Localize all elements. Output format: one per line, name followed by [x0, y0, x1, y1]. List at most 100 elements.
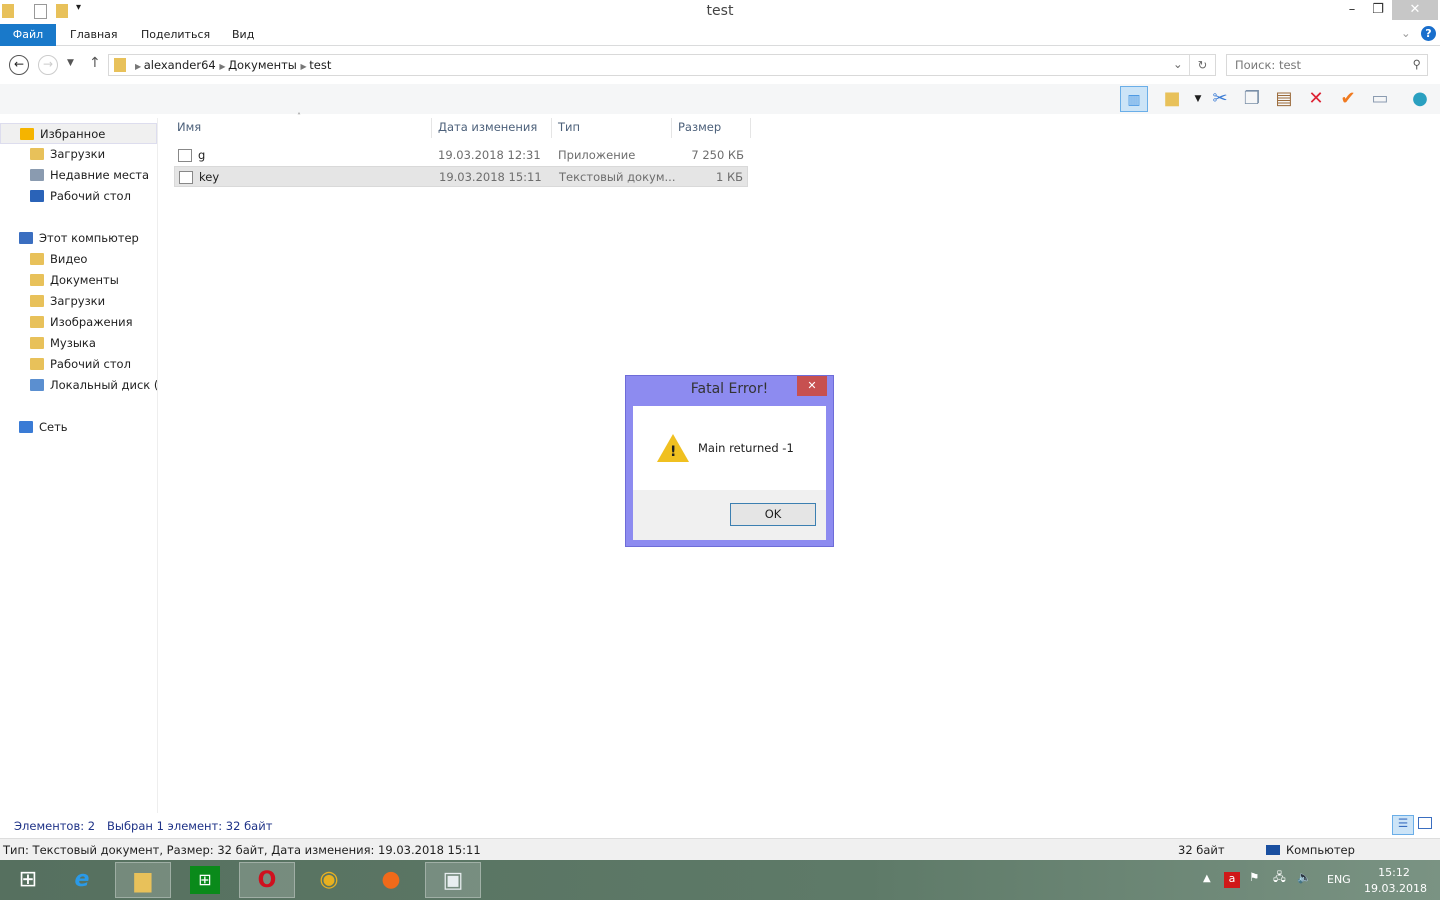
sort-ascending-icon: ˄	[297, 112, 301, 121]
nav-item-icon	[30, 190, 44, 202]
ok-button[interactable]: OK	[730, 503, 816, 526]
nav-item-icon	[30, 337, 44, 349]
file-row[interactable]: key 19.03.2018 15:11 Текстовый докум... …	[174, 166, 748, 187]
computer-icon	[1266, 845, 1280, 855]
nav-item-label: Изображения	[50, 315, 133, 329]
nav-item-label: Рабочий стол	[50, 189, 131, 203]
tab-home[interactable]: Главная	[58, 24, 130, 46]
firefox-icon[interactable]: ●	[363, 862, 419, 898]
refresh-button[interactable]: ↻	[1189, 55, 1215, 75]
clock[interactable]: 15:12 19.03.2018	[1364, 865, 1427, 897]
internet-explorer-icon[interactable]: e	[54, 862, 110, 898]
nav-item[interactable]: Загрузки	[0, 144, 157, 165]
nav-item[interactable]: Избранное	[0, 123, 157, 144]
address-bar[interactable]: ▶ alexander64 ▶ Документы ▶ test ⌄ ↻	[108, 54, 1216, 76]
nav-item-icon	[30, 379, 44, 391]
help-icon[interactable]: ?	[1421, 26, 1436, 41]
tab-view[interactable]: Вид	[220, 24, 266, 46]
file-size: 1 КБ	[715, 170, 743, 184]
application-icon	[178, 149, 192, 162]
file-explorer-icon[interactable]: ▆	[115, 862, 171, 898]
action-center-flag-icon[interactable]: ⚑	[1249, 870, 1259, 884]
nav-item[interactable]: Локальный диск (C	[0, 375, 157, 396]
column-header-name[interactable]: Имя	[171, 118, 432, 138]
file-row[interactable]: g 19.03.2018 12:31 Приложение 7 250 КБ	[174, 145, 748, 166]
column-header-size[interactable]: Размер	[672, 118, 751, 138]
chrome-icon[interactable]: ◉	[301, 862, 357, 898]
clock-time: 15:12	[1378, 866, 1410, 879]
app-window-icon[interactable]: ▣	[425, 862, 481, 898]
show-hidden-icons[interactable]: ▲	[1203, 873, 1211, 884]
nav-item-icon	[20, 128, 34, 140]
nav-item-label: Этот компьютер	[39, 231, 139, 245]
breadcrumb-test[interactable]: test	[309, 58, 331, 72]
back-button[interactable]: ←	[9, 55, 29, 75]
breadcrumb-user[interactable]: alexander64	[144, 58, 216, 72]
large-icons-view-button[interactable]	[1418, 817, 1432, 829]
nav-item[interactable]: Загрузки	[0, 291, 157, 312]
address-dropdown-icon[interactable]: ⌄	[1173, 57, 1183, 71]
dialog-close-button[interactable]: ✕	[797, 376, 827, 396]
shell-icon[interactable]: ●	[1406, 86, 1434, 112]
nav-item-label: Рабочий стол	[50, 357, 131, 371]
search-icon: ⚲	[1412, 57, 1421, 71]
store-icon[interactable]: ⊞	[177, 862, 233, 898]
error-dialog: Fatal Error! ✕ ! Main returned -1 OK	[625, 375, 834, 547]
cut-icon[interactable]: ✂	[1206, 86, 1234, 112]
forward-button[interactable]: →	[38, 55, 58, 75]
nav-item-label: Сеть	[39, 420, 68, 434]
nav-item-icon	[19, 232, 33, 244]
language-indicator[interactable]: ENG	[1327, 873, 1351, 886]
search-input[interactable]: Поиск: test ⚲	[1226, 54, 1428, 76]
avira-icon[interactable]: a	[1224, 872, 1240, 888]
close-button[interactable]: ✕	[1392, 0, 1438, 20]
nav-item[interactable]: Сеть	[0, 417, 157, 438]
nav-item[interactable]: Изображения	[0, 312, 157, 333]
recent-locations-icon[interactable]: ▼	[67, 58, 74, 68]
status-bar: Элементов: 2 Выбран 1 элемент: 32 байт ☰	[0, 815, 1440, 837]
details-location: Компьютер	[1286, 843, 1355, 857]
nav-item-label: Видео	[50, 252, 88, 266]
text-file-icon	[179, 171, 193, 184]
column-header-date[interactable]: Дата изменения	[432, 118, 552, 138]
start-button[interactable]: ⊞	[0, 862, 56, 898]
nav-item[interactable]: Рабочий стол	[0, 186, 157, 207]
copy-icon[interactable]: ❐	[1238, 86, 1266, 112]
nav-item[interactable]: Видео	[0, 249, 157, 270]
up-button[interactable]: ↑	[89, 55, 101, 71]
delete-icon[interactable]: ✕	[1302, 86, 1330, 112]
checkmark-icon[interactable]: ✔	[1334, 86, 1362, 112]
network-icon[interactable]: 🖧	[1273, 870, 1286, 889]
tab-file[interactable]: Файл	[0, 24, 56, 46]
nav-item-icon	[30, 274, 44, 286]
column-header-type[interactable]: Тип	[552, 118, 672, 138]
nav-item[interactable]: Рабочий стол	[0, 354, 157, 375]
nav-item-icon	[30, 295, 44, 307]
nav-item[interactable]: Этот компьютер	[0, 228, 157, 249]
nav-item-label: Документы	[50, 273, 119, 287]
file-size: 7 250 КБ	[691, 148, 744, 162]
dialog-message: Main returned -1	[698, 441, 794, 455]
details-bar: Тип: Текстовый документ, Размер: 32 байт…	[0, 838, 1440, 860]
expand-ribbon-icon[interactable]: ⌄	[1401, 26, 1411, 40]
paste-icon[interactable]: ▤	[1270, 86, 1298, 112]
breadcrumb-documents[interactable]: Документы	[228, 58, 297, 72]
volume-icon[interactable]: 🔈	[1297, 870, 1311, 884]
title-bar: ▾ test – ❐ ✕	[0, 0, 1440, 22]
details-text: Тип: Текстовый документ, Размер: 32 байт…	[3, 843, 481, 857]
folder-icon	[114, 58, 126, 72]
nav-item-icon	[30, 169, 44, 181]
nav-item-icon	[30, 253, 44, 265]
rename-icon[interactable]: ▭	[1366, 86, 1394, 112]
opera-icon[interactable]: O	[239, 862, 295, 898]
preview-pane-icon[interactable]: ▥	[1120, 86, 1148, 112]
tab-share[interactable]: Поделиться	[129, 24, 222, 46]
nav-item-label: Недавние места	[50, 168, 150, 182]
nav-item[interactable]: Недавние места	[0, 165, 157, 186]
nav-item-icon	[19, 421, 33, 433]
details-view-button[interactable]: ☰	[1392, 815, 1414, 835]
folder-options-icon[interactable]: ■	[1158, 86, 1186, 112]
file-name: g	[198, 148, 206, 162]
nav-item[interactable]: Документы	[0, 270, 157, 291]
nav-item[interactable]: Музыка	[0, 333, 157, 354]
